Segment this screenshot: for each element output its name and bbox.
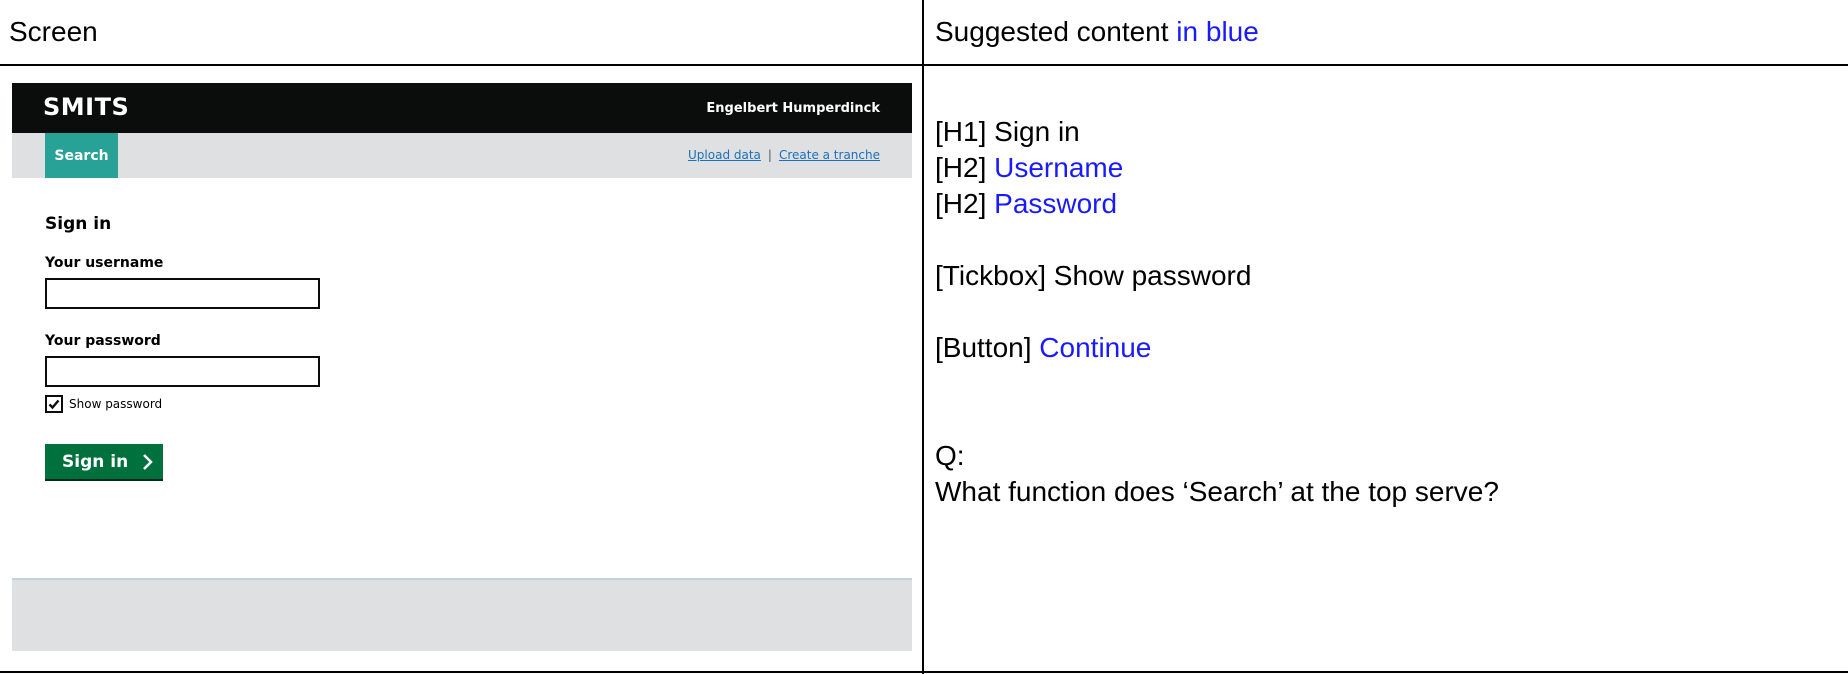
top-bar: SMITS Engelbert Humperdinck: [12, 83, 912, 133]
column-header-screen: Screen: [9, 16, 98, 47]
note-button-prefix: [Button]: [935, 332, 1040, 363]
note-h2-username-text: Username: [994, 152, 1124, 183]
user-name: Engelbert Humperdinck: [706, 101, 880, 116]
header-blue-text: in blue: [1176, 16, 1259, 47]
table-divider-bottom: [0, 671, 1848, 673]
table-divider-vertical: [922, 0, 924, 674]
note-question-text: What function does ‘Search’ at the top s…: [935, 476, 1499, 507]
sign-in-button-label: Sign in: [62, 451, 129, 472]
nav-links: Upload data | Create a tranche: [688, 148, 880, 162]
note-h1: [H1] Sign in: [935, 116, 1080, 148]
username-input[interactable]: [45, 278, 320, 309]
note-tickbox-text: Show password: [1053, 260, 1252, 291]
chevron-right-icon: [143, 453, 153, 470]
upload-data-link[interactable]: Upload data: [688, 148, 761, 162]
footer: [12, 578, 912, 651]
note-button-text: Continue: [1039, 332, 1152, 363]
note-h1-text: Sign in: [994, 116, 1080, 147]
search-tab[interactable]: Search: [45, 133, 118, 178]
table-divider-top: [0, 64, 1848, 66]
note-h1-prefix: [H1]: [935, 116, 995, 147]
sign-in-button[interactable]: Sign in: [45, 444, 163, 481]
app-logo[interactable]: SMITS: [43, 93, 129, 121]
header-text: Suggested content: [935, 16, 1177, 47]
username-label: Your username: [45, 255, 164, 271]
note-h2-password: [H2] Password: [935, 188, 1117, 220]
show-password-label[interactable]: Show password: [69, 397, 162, 411]
nav-bar: Search Upload data | Create a tranche: [12, 133, 912, 178]
page-title: Sign in: [45, 214, 112, 234]
note-tickbox-prefix: [Tickbox]: [935, 260, 1054, 291]
screen-mockup: SMITS Engelbert Humperdinck Search Uploa…: [12, 83, 912, 651]
note-question-label: Q:: [935, 440, 965, 471]
note-tickbox: [Tickbox] Show password: [935, 260, 1251, 292]
note-h2-password-text: Password: [994, 188, 1118, 219]
nav-separator: |: [767, 148, 772, 162]
password-label: Your password: [45, 333, 161, 349]
column-header-suggested-content: Suggested content in blue: [935, 16, 1259, 48]
check-icon: [48, 399, 60, 410]
note-h2-username-prefix: [H2]: [935, 152, 995, 183]
password-input[interactable]: [45, 356, 320, 387]
note-button: [Button] Continue: [935, 332, 1151, 364]
note-h2-username: [H2] Username: [935, 152, 1123, 184]
create-tranche-link[interactable]: Create a tranche: [779, 148, 880, 162]
note-h2-password-prefix: [H2]: [935, 188, 995, 219]
show-password-checkbox[interactable]: [45, 395, 63, 413]
